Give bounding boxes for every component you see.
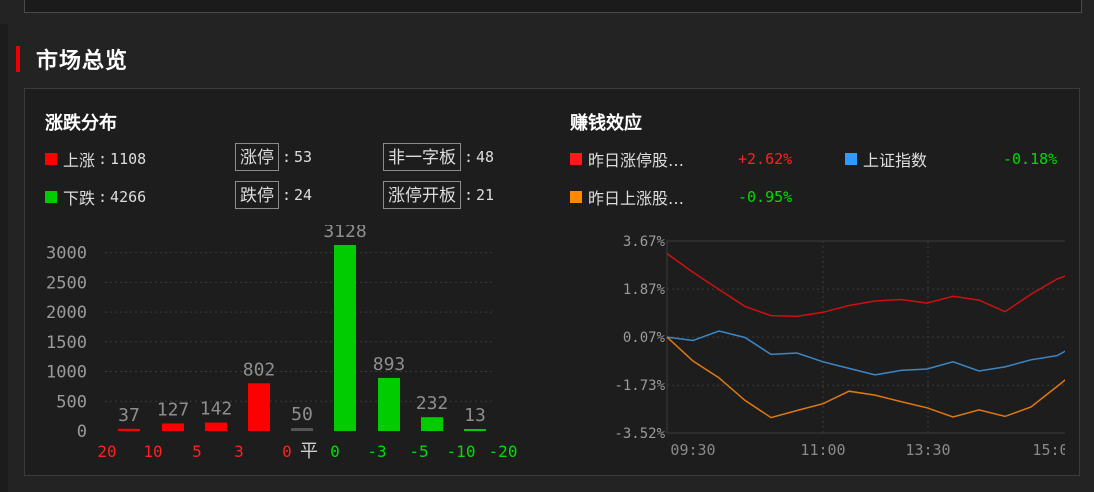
- bar-x-tick: 0: [282, 442, 292, 461]
- line-y-tick: -3.52%: [614, 426, 665, 442]
- non-one-board-tag[interactable]: 非一字板: [383, 143, 461, 171]
- previous-panel-edge: [24, 0, 1082, 13]
- limit-up-count: 53: [294, 148, 313, 166]
- line-y-tick: -1.73%: [614, 378, 665, 394]
- down-count: 4266: [110, 188, 147, 206]
- non-one-board-count: 48: [476, 148, 495, 166]
- series-line: [666, 330, 1065, 376]
- limit-up-yesterday-swatch: [570, 153, 582, 165]
- bar-value-label: 13: [464, 405, 486, 426]
- bar: [291, 428, 313, 431]
- bar: [378, 377, 400, 431]
- effect-title: 赚钱效应: [570, 113, 642, 134]
- down-swatch: [45, 191, 57, 203]
- effect-item-limit-up-yesterday: 昨日涨停股… +2.62%: [570, 147, 792, 171]
- bar-y-tick: 1500: [46, 333, 87, 353]
- section-accent-bar: [16, 46, 20, 72]
- opened-board-stat: 涨停开板: 21: [383, 181, 494, 209]
- bar-y-tick: 0: [77, 422, 87, 442]
- up-label: 上涨: [63, 151, 96, 170]
- line-x-tick: 11:00: [800, 441, 845, 459]
- series-line: [666, 336, 1065, 419]
- series-line: [666, 252, 1065, 318]
- limit-down-count: 24: [294, 186, 313, 204]
- bar: [464, 429, 486, 431]
- bar-x-tick: 5: [192, 442, 202, 461]
- up-swatch: [45, 153, 57, 165]
- bar-x-tick: -3: [367, 442, 386, 461]
- limit-up-yesterday-value: +2.62%: [738, 150, 793, 168]
- line-y-tick: 0.07%: [623, 330, 666, 346]
- up-legend: 上涨: 1108: [45, 147, 146, 171]
- opened-board-count: 21: [476, 186, 495, 204]
- bar-y-tick: 2500: [46, 273, 87, 293]
- bar-value-label: 3128: [323, 225, 366, 242]
- bar-value-label: 50: [291, 404, 313, 425]
- bar-x-tick: 平: [300, 441, 318, 462]
- line-x-tick: 13:30: [905, 441, 950, 459]
- bar-value-label: 142: [200, 399, 233, 420]
- limit-down-tag[interactable]: 跌停: [235, 181, 279, 209]
- bar: [248, 383, 270, 431]
- bar-y-tick: 2000: [46, 303, 87, 323]
- sse-index-value: -0.18%: [1003, 150, 1058, 168]
- previous-section-strip: [0, 0, 1094, 24]
- distribution-title: 涨跌分布: [45, 113, 117, 134]
- up-yesterday-label: 昨日上涨股…: [588, 189, 685, 208]
- bar-y-tick: 500: [56, 392, 87, 412]
- distribution-bar-chart: 05001000150020002500300020 10 5 3 0 平 0 -3 -5 -10…: [46, 225, 518, 462]
- bar: [205, 422, 227, 431]
- down-legend: 下跌: 4266: [45, 185, 146, 209]
- sse-index-label: 上证指数: [863, 151, 928, 170]
- sse-index-swatch: [845, 153, 857, 165]
- line-y-tick: 1.87%: [623, 282, 666, 298]
- bar: [421, 417, 443, 431]
- line-plot-frame: [666, 240, 1065, 434]
- bar-value-label: 232: [416, 393, 449, 414]
- line-x-tick: 09:30: [670, 441, 715, 459]
- bar-value-label: 127: [157, 399, 190, 420]
- down-label: 下跌: [63, 189, 96, 208]
- limit-up-stat: 涨停: 53: [235, 143, 312, 171]
- bar: [162, 423, 184, 431]
- bar-x-tick: -5: [409, 442, 428, 461]
- bar-y-tick: 3000: [46, 244, 87, 264]
- limit-down-stat: 跌停: 24: [235, 181, 312, 209]
- bar-x-tick: -20: [489, 442, 518, 461]
- line-x-tick: 15:00: [1032, 441, 1065, 459]
- section-title: 市场总览: [36, 49, 129, 74]
- bar-value-label: 37: [118, 405, 140, 426]
- effect-item-sse-index: 上证指数 -0.18%: [845, 147, 1057, 171]
- non-one-board-stat: 非一字板: 48: [383, 143, 494, 171]
- market-overview-content: 涨跌分布 上涨: 1108 下跌: 4266 涨停: 53 跌停: 24 非一字…: [24, 88, 1080, 476]
- bar-y-tick: 1000: [46, 363, 87, 383]
- bar-x-tick: 3: [234, 442, 244, 461]
- line-y-tick: 3.67%: [623, 234, 666, 250]
- bar-x-tick: 0: [330, 442, 340, 461]
- bar-value-label: 893: [373, 354, 406, 375]
- opened-board-tag[interactable]: 涨停开板: [383, 181, 461, 209]
- limit-up-yesterday-label: 昨日涨停股…: [588, 151, 685, 170]
- up-yesterday-value: -0.95%: [738, 188, 793, 206]
- up-count: 1108: [110, 150, 147, 168]
- bar: [334, 245, 356, 431]
- bar-x-tick: 10: [143, 442, 162, 461]
- up-yesterday-swatch: [570, 191, 582, 203]
- money-effect-line-chart: 3.67% 1.87% 0.07% -1.73% -3.52% 09:30 11:00 13:…: [614, 234, 1065, 459]
- bar-x-tick: 20: [97, 442, 116, 461]
- limit-up-tag[interactable]: 涨停: [235, 143, 279, 171]
- bar: [118, 428, 140, 431]
- bar-value-label: 802: [243, 359, 276, 380]
- effect-item-up-yesterday: 昨日上涨股… -0.95%: [570, 185, 792, 209]
- section-header: 市场总览: [16, 46, 129, 74]
- bar-x-tick: -10: [447, 442, 476, 461]
